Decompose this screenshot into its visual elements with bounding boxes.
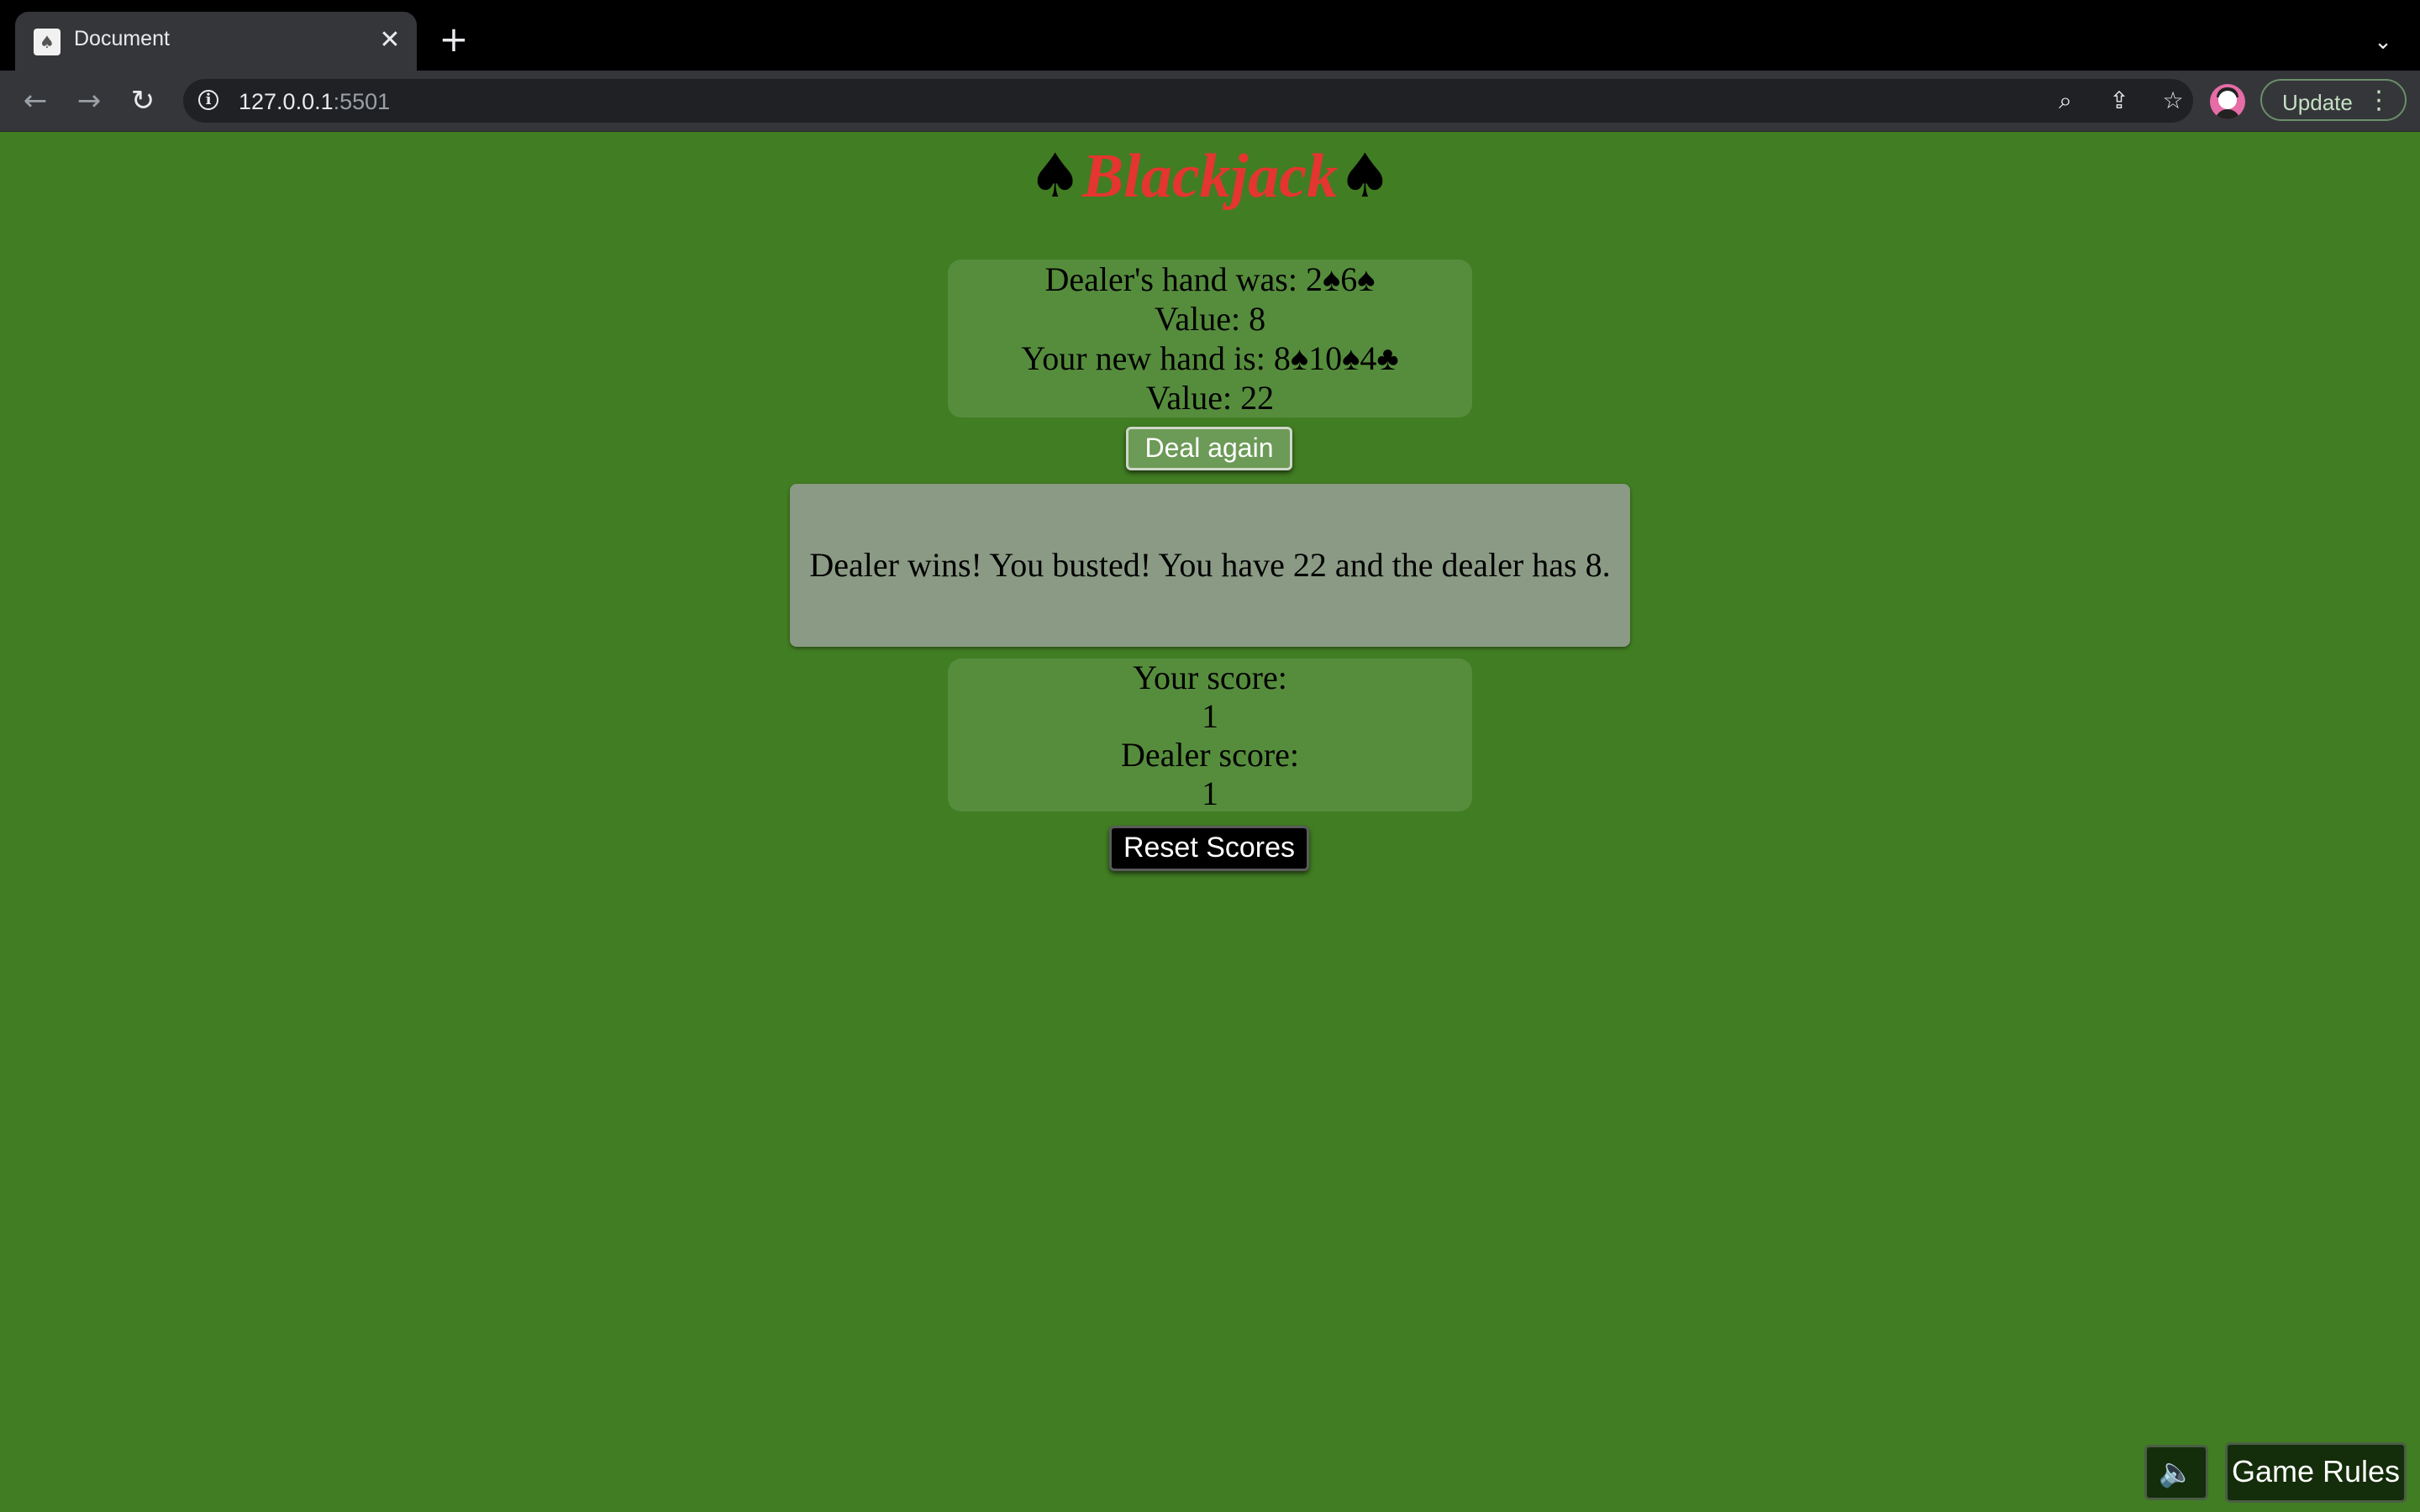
- title-text: Blackjack: [1081, 142, 1339, 211]
- browser-toolbar: ← → ↻ i 127.0.0.1:5501 ⌕ ⇪ ☆ Update ⋮: [0, 71, 2420, 132]
- reset-scores-button[interactable]: Reset Scores: [1109, 826, 1309, 871]
- dealer-score-value: 1: [1202, 774, 1218, 812]
- spade-icon: ♠: [1338, 140, 1392, 211]
- hands-panel: Dealer's hand was: 2♠6♠ Value: 8 Your ne…: [948, 260, 1472, 417]
- deal-again-button[interactable]: Deal again: [1126, 427, 1292, 470]
- spade-icon: ♠: [1028, 140, 1082, 211]
- zoom-icon[interactable]: ⌕: [2050, 86, 2081, 116]
- browser-tab[interactable]: ♠ Document ✕: [15, 12, 417, 71]
- page-title: ♠Blackjack♠: [0, 140, 2420, 213]
- player-hand: Your new hand is: 8♠10♠4♣: [1021, 339, 1399, 377]
- update-label: Update: [2282, 90, 2353, 115]
- close-tab-icon[interactable]: ✕: [373, 24, 407, 57]
- favicon-icon: ♠: [34, 29, 60, 55]
- new-tab-icon[interactable]: +: [434, 20, 474, 60]
- bookmark-star-icon[interactable]: ☆: [2158, 86, 2188, 116]
- url-text[interactable]: 127.0.0.1:5501: [239, 89, 390, 115]
- sound-toggle-button[interactable]: 🔈: [2144, 1445, 2208, 1500]
- result-message: Dealer wins! You busted! You have 22 and…: [790, 484, 1630, 647]
- your-score-value: 1: [1202, 697, 1218, 735]
- forward-icon[interactable]: →: [71, 82, 108, 119]
- more-menu-icon[interactable]: ⋮: [2366, 86, 2391, 115]
- mute-speaker-icon: 🔈: [2158, 1456, 2195, 1489]
- share-icon[interactable]: ⇪: [2104, 86, 2134, 116]
- reload-icon[interactable]: ↻: [124, 82, 161, 119]
- profile-avatar[interactable]: [2210, 84, 2245, 119]
- address-bar[interactable]: i 127.0.0.1:5501 ⌕ ⇪ ☆: [183, 79, 2193, 123]
- game-page: ♠Blackjack♠ Dealer's hand was: 2♠6♠ Valu…: [0, 132, 2420, 1512]
- site-info-icon[interactable]: i: [198, 90, 218, 110]
- player-hand-value: Value: 22: [1145, 379, 1275, 417]
- back-icon[interactable]: ←: [17, 82, 54, 119]
- update-button[interactable]: Update ⋮: [2260, 79, 2407, 121]
- tab-bar: ♠ Document ✕ + ⌄: [0, 0, 2420, 71]
- dealer-hand: Dealer's hand was: 2♠6♠: [1044, 260, 1376, 298]
- tab-title: Document: [74, 27, 170, 50]
- dealer-score-label: Dealer score:: [1120, 736, 1300, 774]
- game-rules-button[interactable]: Game Rules: [2225, 1442, 2407, 1503]
- tab-list-chevron-icon[interactable]: ⌄: [2366, 25, 2400, 59]
- score-panel: Your score: 1 Dealer score: 1: [948, 659, 1472, 812]
- dealer-hand-value: Value: 8: [1154, 300, 1266, 338]
- your-score-label: Your score:: [1133, 659, 1287, 696]
